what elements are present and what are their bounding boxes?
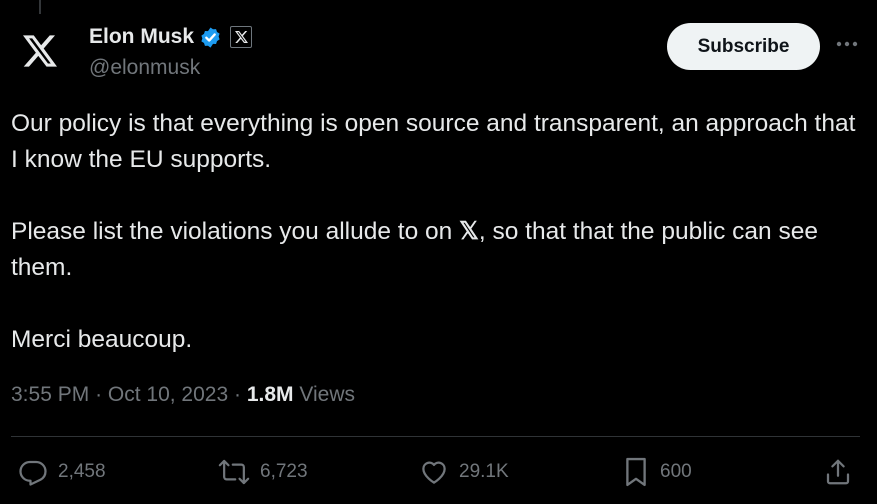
divider <box>11 436 860 437</box>
reply-button[interactable]: 2,458 <box>18 452 106 492</box>
repost-button[interactable]: 6,723 <box>218 452 308 492</box>
views-label: Views <box>299 383 356 406</box>
meta-separator: · <box>95 383 103 406</box>
thread-connector-line <box>39 0 41 14</box>
share-icon <box>826 459 850 485</box>
author-name-row: Elon Musk <box>89 25 253 49</box>
tweet-date[interactable]: Oct 10, 2023 <box>108 383 228 406</box>
affiliation-badge-icon[interactable] <box>230 26 253 48</box>
tweet-text-segment: Merci beaucoup. <box>11 326 193 353</box>
reply-count: 2,458 <box>58 461 106 482</box>
tweet-time[interactable]: 3:55 PM <box>11 383 89 406</box>
tweet-metadata: 3:55 PM · Oct 10, 2023 · 1.8M Views <box>11 383 355 407</box>
tweet-paragraph: Our policy is that everything is open so… <box>11 106 861 178</box>
x-glyph-text: 𝕏 <box>459 218 479 245</box>
like-button[interactable]: 29.1K <box>419 452 509 492</box>
author-display-name[interactable]: Elon Musk <box>89 25 194 49</box>
bookmark-icon <box>626 457 646 487</box>
action-bar: 2,458 6,723 29.1K 600 <box>0 452 877 492</box>
repost-icon <box>218 459 250 485</box>
share-button[interactable] <box>823 452 853 492</box>
meta-separator: · <box>234 383 241 406</box>
repost-count: 6,723 <box>260 461 308 482</box>
reply-icon <box>19 460 47 486</box>
x-logo-icon <box>23 35 57 67</box>
tweet-paragraph: Please list the violations you allude to… <box>11 214 861 286</box>
tweet-text: Our policy is that everything is open so… <box>11 106 861 358</box>
tweet-text-segment: Please list the violations you allude to… <box>11 218 460 245</box>
tweet-paragraph: Merci beaucoup. <box>11 322 861 358</box>
verified-badge-icon <box>199 26 222 49</box>
heart-icon <box>422 461 446 484</box>
bookmark-count: 600 <box>660 461 692 482</box>
more-options-icon[interactable] <box>834 34 860 54</box>
avatar[interactable] <box>14 25 66 77</box>
like-count: 29.1K <box>459 461 509 482</box>
author-handle[interactable]: @elonmusk <box>89 56 200 80</box>
views-count[interactable]: 1.8M <box>247 383 294 406</box>
tweet-text-segment: Our policy is that everything is open so… <box>11 110 856 173</box>
bookmark-button[interactable]: 600 <box>622 452 692 492</box>
subscribe-button[interactable]: Subscribe <box>667 23 820 70</box>
